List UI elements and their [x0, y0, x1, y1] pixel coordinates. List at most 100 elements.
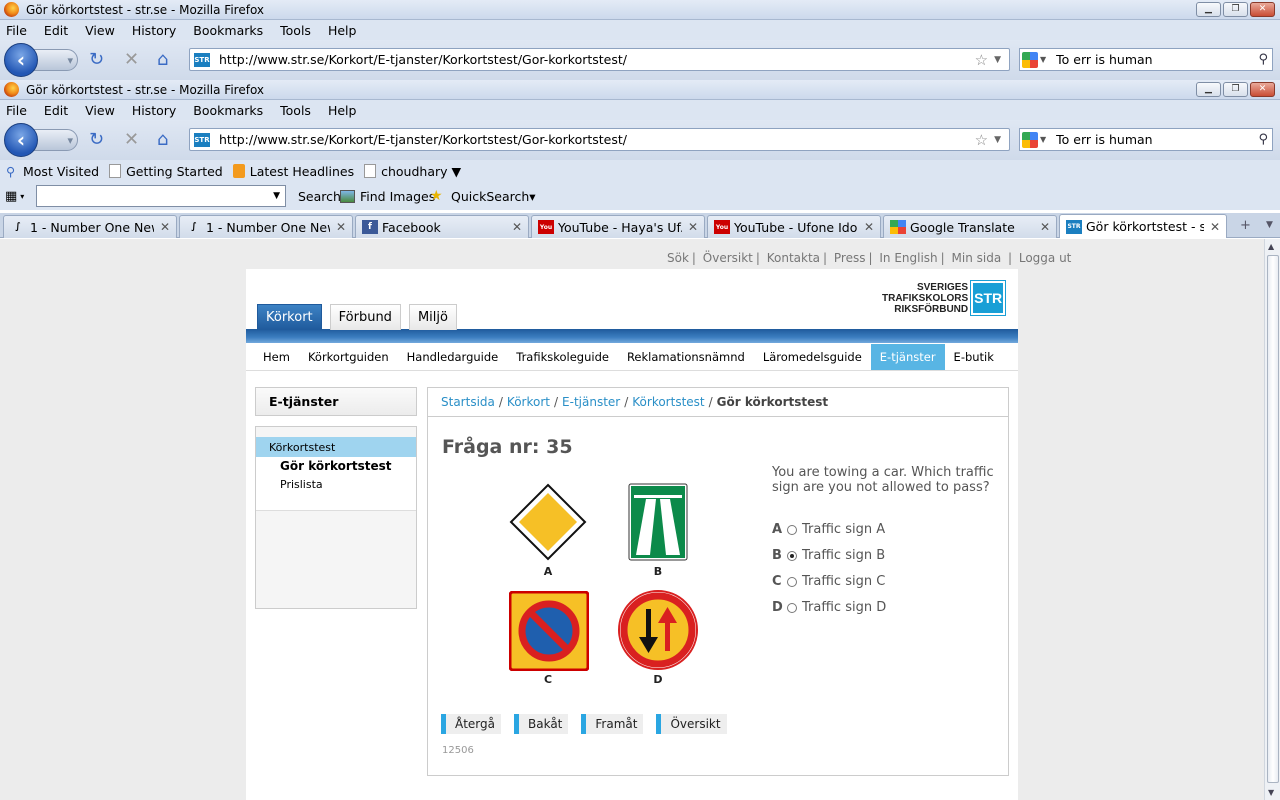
back-button[interactable]: ‹: [4, 123, 38, 157]
vertical-scrollbar[interactable]: ▲ ▼: [1264, 239, 1280, 800]
close-button[interactable]: ✕: [1250, 82, 1275, 97]
menu-tools[interactable]: Tools: [280, 23, 311, 38]
option-label[interactable]: Traffic sign D: [802, 600, 886, 615]
answer-option-a[interactable]: A Traffic sign A: [772, 522, 885, 537]
answer-option-d[interactable]: D Traffic sign D: [772, 600, 886, 615]
menu-file[interactable]: File: [6, 103, 27, 118]
back-button[interactable]: ‹: [4, 43, 38, 77]
link-sok[interactable]: Sök: [667, 251, 689, 265]
tab-youtube-1[interactable]: You YouTube - Haya's Uf... ✕: [531, 215, 705, 238]
tab-forbund[interactable]: Förbund: [329, 304, 401, 330]
tab-close-icon[interactable]: ✕: [864, 220, 874, 234]
reload-icon[interactable]: ↻: [89, 130, 104, 150]
link-in-english[interactable]: In English: [879, 251, 937, 265]
restore-button[interactable]: ❐: [1223, 82, 1248, 97]
menu-file[interactable]: File: [6, 23, 27, 38]
subnav-korkortguiden[interactable]: Körkortguiden: [299, 343, 398, 371]
menu-help[interactable]: Help: [328, 103, 357, 118]
menu-edit[interactable]: Edit: [44, 23, 68, 38]
menu-help[interactable]: Help: [328, 23, 357, 38]
addon-search-button[interactable]: Search: [298, 189, 341, 204]
find-images-button[interactable]: Find Images: [360, 189, 435, 204]
subnav-e-butik[interactable]: E-butik: [945, 343, 1003, 371]
framat-button[interactable]: Framåt: [581, 714, 644, 734]
tab-close-icon[interactable]: ✕: [160, 220, 170, 234]
option-label[interactable]: Traffic sign B: [802, 548, 885, 563]
sidebar-item-korkortstest[interactable]: Körkortstest: [256, 437, 416, 457]
stop-icon[interactable]: ✕: [124, 130, 139, 150]
url-text[interactable]: http://www.str.se/Korkort/E-tjanster/Kor…: [219, 52, 627, 67]
subnav-hem[interactable]: Hem: [254, 343, 299, 371]
oversikt-button[interactable]: Översikt: [656, 714, 727, 734]
search-input[interactable]: To err is human: [1056, 52, 1152, 67]
atergå-button[interactable]: Återgå: [441, 714, 501, 734]
quicksearch-button[interactable]: QuickSearch▾: [451, 189, 536, 204]
menu-history[interactable]: History: [132, 103, 176, 118]
link-kontakta[interactable]: Kontakta: [767, 251, 820, 265]
sidebar-item-prislista[interactable]: Prislista: [256, 475, 416, 493]
search-icon[interactable]: ⚲: [1258, 132, 1272, 147]
crumb-korkort[interactable]: Körkort: [507, 395, 550, 409]
radio-d[interactable]: [787, 602, 797, 613]
bookmark-star-icon[interactable]: ☆: [975, 131, 994, 149]
minimize-button[interactable]: ▁: [1196, 2, 1221, 17]
menu-tools[interactable]: Tools: [280, 103, 311, 118]
str-logo[interactable]: SVERIGES TRAFIKSKOLORS RIKSFÖRBUND STR: [882, 280, 1007, 316]
search-engine-dropdown-icon[interactable]: ▼: [1040, 135, 1046, 144]
tab-close-icon[interactable]: ✕: [512, 220, 522, 234]
tab-gor-korkortstest[interactable]: STR Gör körkortstest - s... ✕: [1059, 214, 1227, 238]
url-text[interactable]: http://www.str.se/Korkort/E-tjanster/Kor…: [219, 132, 627, 147]
google-icon[interactable]: [1022, 51, 1038, 68]
subnav-handledarguide[interactable]: Handledarguide: [398, 343, 508, 371]
crumb-startsida[interactable]: Startsida: [441, 395, 495, 409]
link-press[interactable]: Press: [834, 251, 866, 265]
link-oversikt[interactable]: Översikt: [703, 251, 753, 265]
url-dropdown-icon[interactable]: ▼: [994, 55, 1009, 65]
scroll-up-icon[interactable]: ▲: [1268, 242, 1274, 251]
stop-icon[interactable]: ✕: [124, 50, 139, 70]
crumb-e-tjanster[interactable]: E-tjänster: [562, 395, 620, 409]
reload-icon[interactable]: ↻: [89, 50, 104, 70]
link-min-sida[interactable]: Min sida: [952, 251, 1002, 265]
tab-close-icon[interactable]: ✕: [1040, 220, 1050, 234]
bakat-button[interactable]: Bakåt: [514, 714, 569, 734]
radio-c[interactable]: [787, 576, 797, 587]
url-dropdown-icon[interactable]: ▼: [994, 135, 1009, 145]
answer-option-c[interactable]: C Traffic sign C: [772, 574, 885, 589]
tab-facebook[interactable]: f Facebook ✕: [355, 215, 529, 238]
subnav-e-tjanster[interactable]: E-tjänster: [870, 343, 945, 370]
scrollbar-thumb[interactable]: [1267, 255, 1279, 783]
url-bar[interactable]: STR http://www.str.se/Korkort/E-tjanster…: [189, 128, 1010, 151]
menu-bookmarks[interactable]: Bookmarks: [193, 103, 263, 118]
bookmark-getting-started[interactable]: Getting Started: [109, 164, 223, 179]
answer-option-b[interactable]: B Traffic sign B: [772, 548, 885, 563]
restore-button[interactable]: ❐: [1223, 2, 1248, 17]
subnav-reklamationsnamnd[interactable]: Reklamationsnämnd: [618, 343, 754, 371]
tab-miljo[interactable]: Miljö: [408, 304, 457, 330]
tab-youtube-2[interactable]: You YouTube - Ufone Idol... ✕: [707, 215, 881, 238]
menu-view[interactable]: View: [85, 23, 115, 38]
close-button[interactable]: ✕: [1250, 2, 1275, 17]
bookmark-most-visited[interactable]: ⚲ Most Visited: [6, 164, 99, 180]
tab-number-one-2[interactable]: ∫ 1 - Number One New... ✕: [179, 215, 353, 238]
menu-edit[interactable]: Edit: [44, 103, 68, 118]
search-bar[interactable]: ▼ To err is human ⚲: [1019, 48, 1273, 71]
list-all-tabs-icon[interactable]: ▼: [1266, 220, 1273, 230]
sidebar-item-gor-korkortstest[interactable]: Gör körkortstest: [256, 457, 416, 475]
new-tab-icon[interactable]: +: [1240, 218, 1251, 233]
google-icon[interactable]: [1022, 131, 1038, 148]
search-input[interactable]: To err is human: [1056, 132, 1152, 147]
film-icon[interactable]: ▦: [5, 189, 17, 204]
search-bar[interactable]: ▼ To err is human ⚲: [1019, 128, 1273, 151]
tab-close-icon[interactable]: ✕: [336, 220, 346, 234]
home-icon[interactable]: ⌂: [157, 130, 168, 150]
subnav-laromedelsguide[interactable]: Läromedelsguide: [754, 343, 871, 371]
minimize-button[interactable]: ▁: [1196, 82, 1221, 97]
radio-a[interactable]: [787, 524, 797, 535]
option-label[interactable]: Traffic sign C: [802, 574, 885, 589]
addon-search-combo[interactable]: ▼: [36, 185, 286, 207]
menu-bookmarks[interactable]: Bookmarks: [193, 23, 263, 38]
bookmark-star-icon[interactable]: ☆: [975, 51, 994, 69]
option-label[interactable]: Traffic sign A: [802, 522, 885, 537]
menu-history[interactable]: History: [132, 23, 176, 38]
